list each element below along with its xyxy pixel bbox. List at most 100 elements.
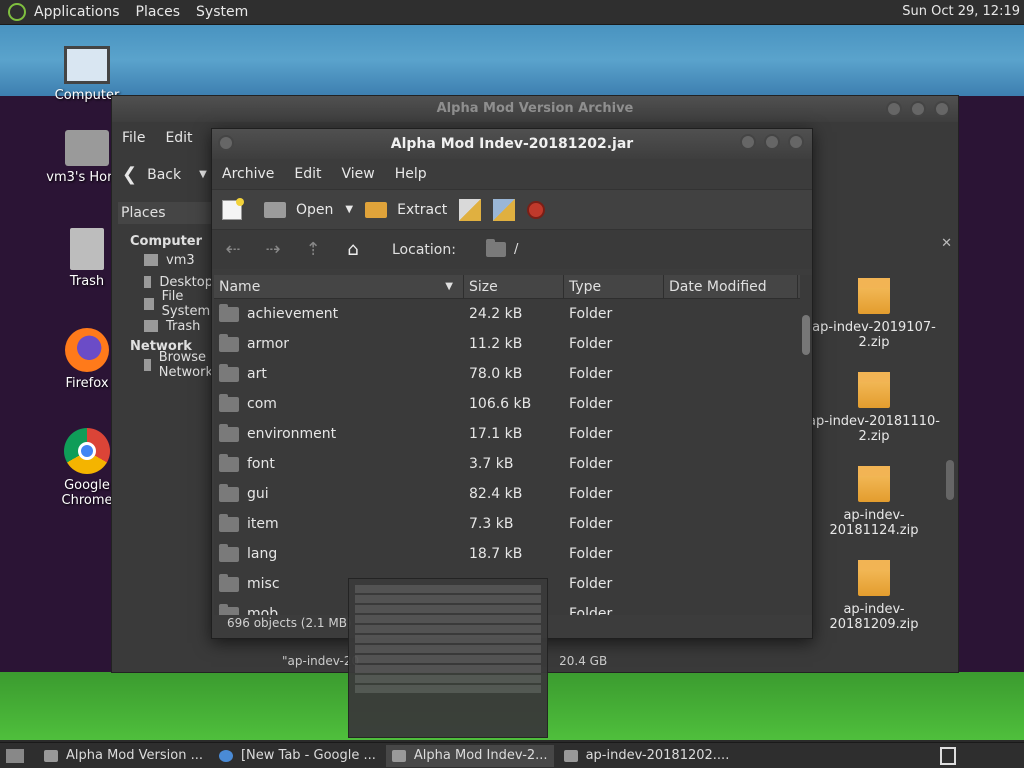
archive-statusbar: 696 objects (2.1 MB) xyxy=(227,616,352,630)
extract-icon xyxy=(365,201,388,218)
folder-icon xyxy=(219,333,239,352)
places-item-filesystem[interactable]: File System xyxy=(118,289,213,319)
window-menu-button[interactable] xyxy=(218,135,234,151)
chevron-down-icon: ▼ xyxy=(199,169,207,180)
row-name: gui xyxy=(214,483,464,502)
menu-archive[interactable]: Archive xyxy=(222,166,274,182)
minimize-button[interactable] xyxy=(740,134,756,150)
home-icon[interactable]: ⌂ xyxy=(342,239,364,261)
menu-edit[interactable]: Edit xyxy=(294,166,321,182)
row-size: 18.7 kB xyxy=(469,546,523,562)
row-size: 82.4 kB xyxy=(469,486,523,502)
maximize-button[interactable] xyxy=(910,101,926,117)
folder-icon xyxy=(219,363,239,382)
table-row[interactable]: art 78.0 kB Folder xyxy=(214,359,810,389)
archive-icon xyxy=(391,749,406,762)
file-item[interactable]: ap-indev-2019107-2.zip xyxy=(804,278,944,350)
distro-logo-icon[interactable] xyxy=(8,3,26,21)
clock[interactable]: Sun Oct 29, 12:19 xyxy=(902,4,1020,19)
zip-archive-icon xyxy=(858,560,890,596)
applications-menu[interactable]: Applications xyxy=(34,4,120,20)
row-name: com xyxy=(214,393,464,412)
table-row[interactable]: gui 82.4 kB Folder xyxy=(214,479,810,509)
show-desktop-icon[interactable] xyxy=(6,748,24,763)
column-date-modified[interactable]: Date Modified xyxy=(664,275,798,299)
back-arrow-icon[interactable]: ⇠ xyxy=(222,239,244,261)
window-preview-thumbnail[interactable] xyxy=(348,578,548,738)
column-type[interactable]: Type xyxy=(564,275,664,299)
table-row[interactable]: font 3.7 kB Folder xyxy=(214,449,810,479)
add-files-button[interactable] xyxy=(459,198,482,221)
places-menu[interactable]: Places xyxy=(136,4,181,20)
table-row[interactable]: lang 18.7 kB Folder xyxy=(214,539,810,569)
task-chrome[interactable]: [New Tab - Google ... xyxy=(213,745,382,767)
task-archive-2[interactable]: ap-indev-20181202.... xyxy=(558,745,736,767)
file-view-scrollbar[interactable] xyxy=(946,260,954,640)
file-item[interactable]: ap-indev-20181124.zip xyxy=(804,466,944,538)
sort-descending-icon: ▼ xyxy=(445,281,453,292)
system-menu[interactable]: System xyxy=(196,4,248,20)
row-type: Folder xyxy=(569,576,613,592)
file-view-pane[interactable]: ✕ ap-indev-2019107-2.zip ap-indev-201811… xyxy=(808,230,958,650)
row-size: 7.3 kB xyxy=(469,516,514,532)
table-row[interactable]: achievement 24.2 kB Folder xyxy=(214,299,810,329)
chrome-icon xyxy=(64,428,110,474)
folder-icon xyxy=(144,254,158,266)
open-button[interactable]: Open xyxy=(264,201,333,218)
zip-archive-icon xyxy=(858,466,890,502)
bg-menu-file[interactable]: File xyxy=(122,130,145,146)
add-folder-button[interactable] xyxy=(493,198,516,221)
minimize-button[interactable] xyxy=(886,101,902,117)
bg-menu-edit[interactable]: Edit xyxy=(165,130,192,146)
row-name: art xyxy=(214,363,464,382)
row-type: Folder xyxy=(569,426,613,442)
row-type: Folder xyxy=(569,396,613,412)
places-item-browse-network[interactable]: Browse Network xyxy=(118,350,213,380)
file-item[interactable]: ap-indev-20181209.zip xyxy=(804,560,944,632)
extract-button[interactable]: Extract xyxy=(365,201,447,218)
taskbar: Alpha Mod Version ... [New Tab - Google … xyxy=(0,742,1024,768)
row-size: 106.6 kB xyxy=(469,396,532,412)
forward-arrow-icon[interactable]: ⇢ xyxy=(262,239,284,261)
row-type: Folder xyxy=(569,336,613,352)
new-archive-button[interactable] xyxy=(222,197,252,220)
stop-icon xyxy=(527,200,546,219)
table-row[interactable]: item 7.3 kB Folder xyxy=(214,509,810,539)
home-folder-icon xyxy=(65,130,109,166)
task-archive-manager[interactable]: Alpha Mod Indev-2... xyxy=(385,744,554,767)
folder-icon xyxy=(219,453,239,472)
open-dropdown-button[interactable]: ▼ xyxy=(345,204,353,215)
places-header[interactable]: Places xyxy=(118,202,213,224)
up-arrow-icon[interactable]: ⇡ xyxy=(302,239,324,261)
maximize-button[interactable] xyxy=(764,134,780,150)
task-file-manager[interactable]: Alpha Mod Version ... xyxy=(38,745,209,767)
location-path[interactable]: / xyxy=(485,239,518,257)
file-manager-titlebar[interactable]: Alpha Mod Version Archive xyxy=(112,96,958,122)
file-item[interactable]: ap-indev-20181110-2.zip xyxy=(804,372,944,444)
places-item-vm3[interactable]: vm3 xyxy=(118,249,213,271)
archive-manager-window[interactable]: Alpha Mod Indev-20181202.jar Archive Edi… xyxy=(211,128,813,639)
trash-icon xyxy=(144,320,158,332)
menu-help[interactable]: Help xyxy=(395,166,427,182)
workspace-switcher-icon[interactable] xyxy=(940,747,956,765)
stop-button[interactable] xyxy=(527,200,546,219)
row-type: Folder xyxy=(569,516,613,532)
archive-titlebar[interactable]: Alpha Mod Indev-20181202.jar xyxy=(212,129,812,159)
table-row[interactable]: environment 17.1 kB Folder xyxy=(214,419,810,449)
places-item-trash[interactable]: Trash xyxy=(118,315,213,337)
table-row[interactable]: com 106.6 kB Folder xyxy=(214,389,810,419)
scrollbar-thumb[interactable] xyxy=(802,315,810,355)
table-row[interactable]: armor 11.2 kB Folder xyxy=(214,329,810,359)
menu-view[interactable]: View xyxy=(342,166,375,182)
close-button[interactable] xyxy=(934,101,950,117)
close-pane-icon[interactable]: ✕ xyxy=(941,236,952,251)
folder-icon xyxy=(219,543,239,562)
file-list-scrollbar[interactable] xyxy=(800,275,812,615)
chrome-icon xyxy=(218,749,233,762)
column-size[interactable]: Size xyxy=(464,275,564,299)
close-button[interactable] xyxy=(788,134,804,150)
archive-file-list[interactable]: Name ▼ Size Type Date Modified achieveme… xyxy=(214,275,810,615)
file-list-header: Name ▼ Size Type Date Modified xyxy=(214,275,810,299)
back-button[interactable]: ❮ Back ▼ xyxy=(122,164,207,185)
column-name[interactable]: Name ▼ xyxy=(214,275,464,299)
